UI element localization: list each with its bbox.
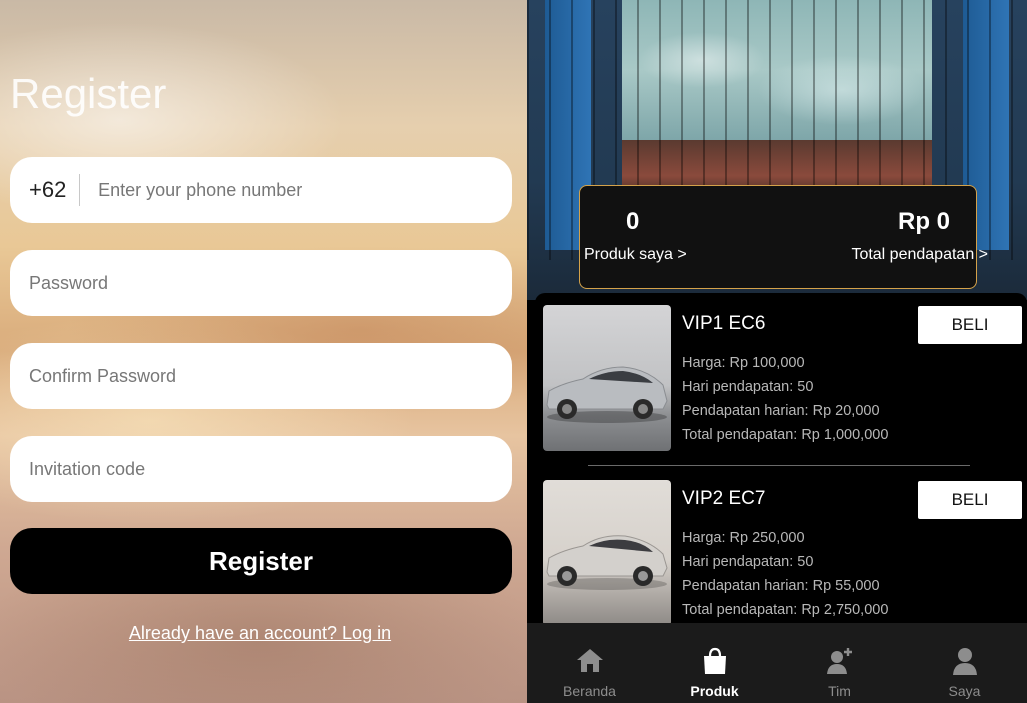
product-daily-income: Pendapatan harian: Rp 20,000	[682, 403, 880, 419]
product-info: Harga: Rp 250,000 Hari pendapatan: 50 Pe…	[682, 526, 888, 622]
my-products-value: 0	[626, 208, 640, 235]
nav-item-tim[interactable]: Tim	[777, 623, 902, 703]
divider	[588, 465, 970, 466]
buy-button[interactable]: BELI	[918, 481, 1022, 519]
field-separator	[79, 174, 81, 206]
invitation-field[interactable]	[10, 436, 512, 502]
stats-card: 0 Produk saya > Rp 0 Total pendapatan >	[579, 185, 988, 289]
car-image	[543, 480, 671, 626]
total-income-value: Rp 0	[897, 208, 950, 235]
invitation-code-input[interactable]	[10, 436, 512, 502]
product-price: Harga: Rp 250,000	[682, 530, 805, 546]
confirm-password-input[interactable]	[10, 343, 512, 409]
home-icon	[576, 647, 604, 676]
register-panel: Register +62 Register Already have an ac…	[0, 0, 527, 703]
product-days: Hari pendapatan: 50	[682, 554, 814, 570]
nav-label: Saya	[948, 683, 981, 699]
product-info: Harga: Rp 100,000 Hari pendapatan: 50 Pe…	[682, 351, 888, 447]
product-card: VIP2 EC7 BELI Harga: Rp 250,000 Hari pen…	[535, 468, 1027, 626]
add-user-icon	[826, 647, 854, 678]
phone-input[interactable]	[98, 157, 513, 223]
my-products-link[interactable]: Produk saya >	[584, 246, 687, 264]
products-panel: 0 Produk saya > Rp 0 Total pendapatan > …	[527, 0, 1027, 703]
product-name: VIP1 EC6	[682, 313, 766, 334]
user-icon	[952, 647, 978, 678]
nav-item-saya[interactable]: Saya	[902, 623, 1027, 703]
register-button[interactable]: Register	[10, 528, 512, 594]
shopping-bag-icon	[701, 647, 729, 678]
password-field[interactable]	[10, 250, 512, 316]
buy-button[interactable]: BELI	[918, 306, 1022, 344]
product-price: Harga: Rp 100,000	[682, 355, 805, 371]
product-name: VIP2 EC7	[682, 488, 766, 509]
country-code: +62	[29, 177, 67, 202]
nav-item-produk[interactable]: Produk	[652, 623, 777, 703]
register-title: Register	[10, 70, 167, 117]
phone-field[interactable]: +62	[10, 157, 513, 223]
password-input[interactable]	[10, 250, 512, 316]
nav-label: Produk	[690, 683, 739, 699]
nav-item-beranda[interactable]: Beranda	[527, 623, 652, 703]
nav-label: Tim	[828, 683, 851, 699]
nav-label: Beranda	[563, 683, 616, 699]
product-total-income: Total pendapatan: Rp 2,750,000	[682, 602, 889, 618]
product-card: VIP1 EC6 BELI Harga: Rp 100,000 Hari pen…	[535, 293, 1027, 466]
login-link[interactable]: Already have an account? Log in	[0, 623, 520, 644]
product-days: Hari pendapatan: 50	[682, 379, 814, 395]
product-daily-income: Pendapatan harian: Rp 55,000	[682, 578, 880, 594]
confirm-password-field[interactable]	[10, 343, 512, 409]
product-list: VIP1 EC6 BELI Harga: Rp 100,000 Hari pen…	[535, 293, 1027, 626]
bottom-nav: Beranda Produk Tim Saya	[527, 623, 1027, 703]
total-income-link[interactable]: Total pendapatan >	[851, 246, 988, 264]
car-image	[543, 305, 671, 451]
product-total-income: Total pendapatan: Rp 1,000,000	[682, 427, 889, 443]
